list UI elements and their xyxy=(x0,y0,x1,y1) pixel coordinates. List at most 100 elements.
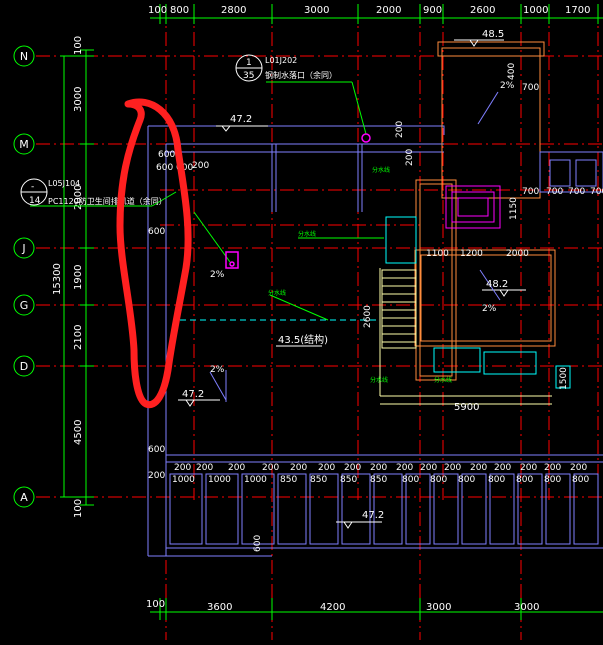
balcony-width-labels: 1000 1000 1000 850 850 850 850 800 800 8… xyxy=(172,475,589,485)
balcony-width-1: 1000 xyxy=(208,475,231,485)
top-dim-2: 2800 xyxy=(221,5,246,16)
red-highlight-annotation xyxy=(116,98,192,409)
balcony-width-10: 800 xyxy=(488,475,505,485)
top-dim-5: 900 xyxy=(423,5,442,16)
bottom-dim-3: 3000 xyxy=(426,602,451,613)
detail-ref-left-title: L05J104 xyxy=(48,179,80,188)
elevation-label-1: 47.2 xyxy=(182,389,204,400)
detail-ref-top-num: 1 xyxy=(246,58,252,68)
balcony-dim-13: 200 xyxy=(520,463,537,473)
balcony-width-12: 800 xyxy=(544,475,561,485)
left-dim-1: 3000 xyxy=(73,87,84,112)
elevation-label-2: 48.5 xyxy=(482,29,504,40)
top-dim-1: 800 xyxy=(170,5,189,16)
grid-axis-labels: N M J G D A xyxy=(19,50,29,504)
balcony-width-13: 800 xyxy=(572,475,589,485)
top-dimension-labels: 100 800 2800 3000 2000 900 2600 1000 170… xyxy=(148,5,590,16)
bottom-dim-4: 3000 xyxy=(514,602,539,613)
green-note-0: 分水线 xyxy=(372,166,390,174)
balcony-dim-12: 200 xyxy=(494,463,511,473)
plan-dim-5: 200 xyxy=(395,121,405,138)
detail-ref-top-note: 钢制水落口（余同） xyxy=(265,70,337,80)
plan-dim-3: 200 xyxy=(192,161,209,171)
elevation-label-3: 48.2 xyxy=(486,279,508,290)
balcony-width-3: 850 xyxy=(280,475,297,485)
cad-drawing-canvas: 100 800 2800 3000 2000 900 2600 1000 170… xyxy=(13,4,603,640)
balcony-width-7: 800 xyxy=(402,475,419,485)
slope-label-0: 2% xyxy=(500,81,515,91)
bottom-dim-0: 100 xyxy=(146,599,165,610)
balcony-width-0: 1000 xyxy=(172,475,195,485)
slope-label-2: 2% xyxy=(482,304,497,314)
balcony-dim-8: 200 xyxy=(396,463,413,473)
top-dim-3: 3000 xyxy=(304,5,329,16)
plan-dim-15: 1200 xyxy=(460,249,483,259)
green-note-3: 分水线 xyxy=(370,376,388,384)
left-dim-0: 100 xyxy=(73,36,84,55)
balcony-dim-11: 200 xyxy=(470,463,487,473)
green-notes: 分水线 分水线 分水线 分水线 分水线 xyxy=(268,166,452,384)
balcony-width-5: 850 xyxy=(340,475,357,485)
plan-dim-19: 5900 xyxy=(454,402,479,413)
balcony-dim-10: 200 xyxy=(444,463,461,473)
left-dim-total: 15300 xyxy=(52,263,63,295)
plan-dim-0: 600 xyxy=(158,150,175,160)
grid-label-d: D xyxy=(20,360,28,373)
detail-ref-top-sheet: 35 xyxy=(243,71,254,81)
plan-dim-1: 200 xyxy=(405,149,415,166)
elevation-label-0: 47.2 xyxy=(230,114,252,125)
balcony-dim-9: 200 xyxy=(420,463,437,473)
grid-label-n: N xyxy=(20,50,28,63)
bottom-dim-2: 4200 xyxy=(320,602,345,613)
plan-dim-14: 1100 xyxy=(426,249,449,259)
top-dim-0: 100 xyxy=(148,5,167,16)
elevation-labels: 47.2 47.2 48.5 48.2 43.5(结构) 47.2 xyxy=(182,29,508,521)
plan-dim-2: 600 600 xyxy=(156,163,193,173)
grid-label-a: A xyxy=(20,491,28,504)
detail-ref-left-num: - xyxy=(31,182,34,192)
balcony-dim-1: 200 xyxy=(196,463,213,473)
balcony-width-6: 850 xyxy=(370,475,387,485)
bottom-dimension-labels: 100 3600 4200 3000 3000 xyxy=(146,599,539,613)
balcony-width-11: 800 xyxy=(516,475,533,485)
plan-dim-18: 1500 xyxy=(559,367,569,390)
top-dim-8: 1700 xyxy=(565,5,590,16)
detail-ref-left: L05J104 - 14 PC1120防卫生间排风道（余同） xyxy=(29,179,167,206)
top-dim-4: 2000 xyxy=(376,5,401,16)
plan-dim-21: 700 xyxy=(522,83,539,93)
plan-dim-6: 600 xyxy=(148,445,165,455)
green-note-1: 分水线 xyxy=(298,230,316,238)
detail-ref-left-sheet: 14 xyxy=(29,196,41,206)
balcony-width-8: 800 xyxy=(430,475,447,485)
balcony-dim-5: 200 xyxy=(318,463,335,473)
grid-label-m: M xyxy=(19,138,29,151)
plan-dim-16: 2000 xyxy=(506,249,529,259)
plan-dim-13: 700 xyxy=(590,187,603,197)
elevation-label-4: 43.5(结构) xyxy=(278,333,328,346)
balcony-dim-7: 200 xyxy=(370,463,387,473)
slope-label-1: 2% xyxy=(210,270,225,280)
left-dimension-labels: 100 3000 2000 1900 2100 4500 100 15300 xyxy=(52,36,84,518)
left-dim-4: 2100 xyxy=(73,325,84,350)
balcony-dim-15: 200 xyxy=(570,463,587,473)
plan-dim-9: 600 xyxy=(253,535,263,552)
balcony-width-9: 800 xyxy=(458,475,475,485)
plan-dim-7: 200 xyxy=(148,471,165,481)
balcony-dim-3: 200 xyxy=(262,463,279,473)
plan-dim-10: 700 xyxy=(522,187,539,197)
elevation-label-5: 47.2 xyxy=(362,510,384,521)
horizontal-grid-lines xyxy=(36,55,603,498)
stair xyxy=(379,268,552,405)
plan-dim-12: 700 xyxy=(568,187,585,197)
balcony-dim-4: 200 xyxy=(290,463,307,473)
balcony-width-4: 850 xyxy=(310,475,327,485)
balcony-dim-6: 200 xyxy=(344,463,361,473)
machine-room xyxy=(445,185,501,229)
plan-dim-4: 600 xyxy=(148,227,165,237)
grid-label-j: J xyxy=(21,242,25,255)
left-dim-6: 100 xyxy=(73,499,84,518)
grid-label-g: G xyxy=(20,299,29,312)
detail-ref-top-title: L01J202 xyxy=(265,56,297,65)
balcony-dim-2: 200 xyxy=(228,463,245,473)
slope-label-3: 2% xyxy=(210,365,225,375)
